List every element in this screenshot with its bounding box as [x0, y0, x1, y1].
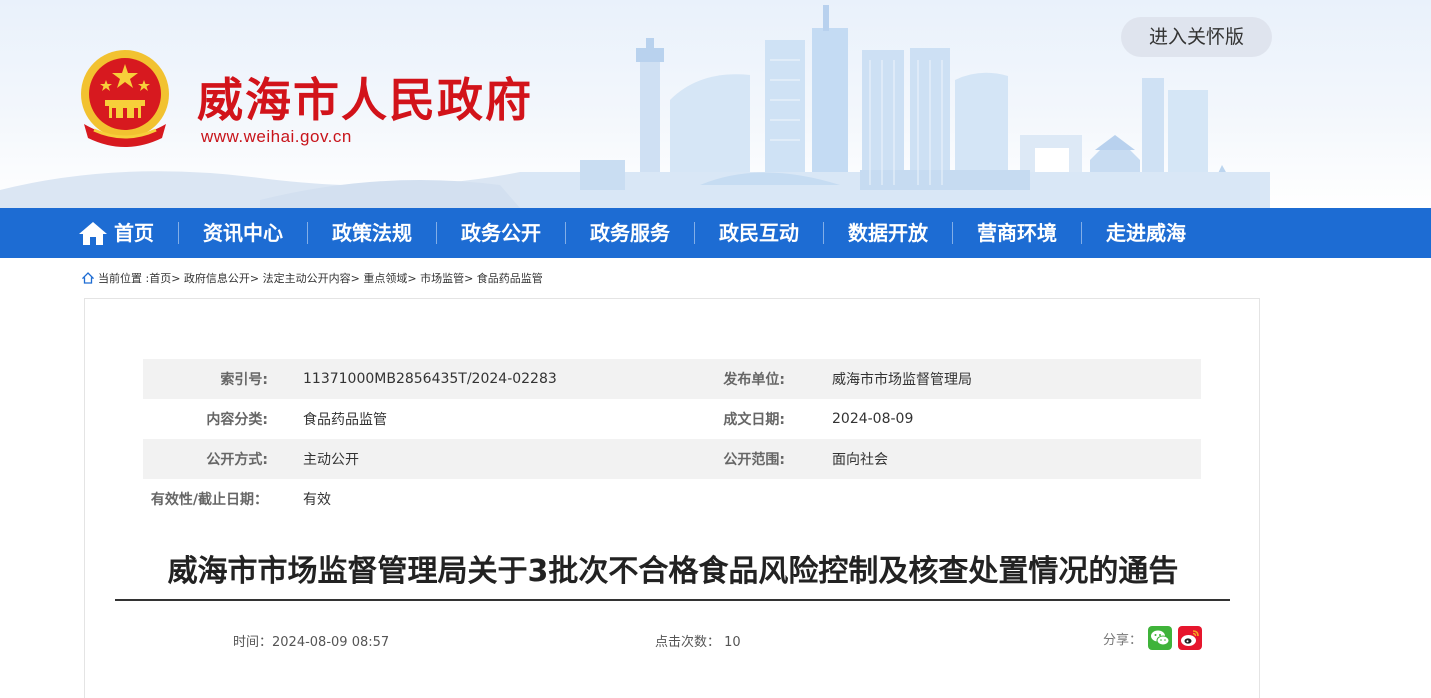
publish-time: 时间：2024-08-09 08:57: [233, 631, 389, 650]
wechat-icon[interactable]: [1148, 626, 1173, 650]
method-label: 公开方式:: [206, 452, 268, 468]
article-container: 索引号: 11371000MB2856435T/2024-02283 发布单位:…: [84, 298, 1260, 698]
nav-item-open-data[interactable]: 数据开放: [848, 208, 928, 258]
nav-separator: [436, 222, 437, 244]
views-label: 点击次数：: [655, 635, 721, 650]
scope-value: 面向社会: [832, 452, 888, 468]
breadcrumb-prefix: 当前位置 :: [98, 272, 150, 285]
nav-item-interaction[interactable]: 政民互动: [719, 208, 799, 258]
publisher-value: 威海市市场监督管理局: [832, 372, 972, 388]
method-value: 主动公开: [303, 452, 359, 468]
home-small-icon: [82, 272, 94, 284]
category-value: 食品药品监管: [303, 412, 387, 428]
nav-separator: [565, 222, 566, 244]
nav-separator: [952, 222, 953, 244]
nav-item-label: 首页: [114, 221, 154, 245]
nav-item-gov-affairs[interactable]: 政务公开: [461, 208, 541, 258]
publisher-label: 发布单位:: [723, 372, 785, 388]
care-mode-button[interactable]: 进入关怀版: [1121, 17, 1272, 57]
nav-item-policy[interactable]: 政策法规: [332, 208, 412, 258]
metadata-table: 索引号: 11371000MB2856435T/2024-02283 发布单位:…: [143, 359, 1201, 519]
breadcrumb-link[interactable]: 首页: [149, 270, 171, 286]
breadcrumb-separator: >: [171, 271, 181, 285]
nav-item-services[interactable]: 政务服务: [590, 208, 670, 258]
breadcrumb-separator: >: [464, 271, 474, 285]
article-title: 威海市市场监督管理局关于3批次不合格食品风险控制及核查处置情况的通告: [167, 554, 1179, 589]
category-label: 内容分类:: [206, 412, 268, 428]
nav-separator: [694, 222, 695, 244]
views-value: 10: [724, 635, 741, 650]
breadcrumb: 当前位置 : 首页 > 政府信息公开 > 法定主动公开内容 > 重点领域 > 市…: [82, 270, 543, 286]
breadcrumb-separator: >: [249, 271, 260, 285]
metadata-row: 公开方式: 主动公开 公开范围: 面向社会: [143, 439, 1201, 479]
home-icon: [79, 222, 107, 245]
share-label: 分享：: [1103, 632, 1143, 648]
weibo-icon[interactable]: [1178, 626, 1203, 650]
index-label: 索引号:: [220, 372, 268, 388]
nav-item-home[interactable]: 首页: [78, 208, 154, 258]
nav-separator: [178, 222, 179, 244]
time-value: 2024-08-09 08:57: [272, 635, 390, 650]
time-label: 时间：: [233, 635, 273, 650]
breadcrumb-separator: >: [350, 271, 360, 285]
metadata-row: 索引号: 11371000MB2856435T/2024-02283 发布单位:…: [143, 359, 1201, 399]
scope-label: 公开范围:: [723, 452, 785, 468]
nav-item-news[interactable]: 资讯中心: [203, 208, 283, 258]
metadata-row: 内容分类: 食品药品监管 成文日期: 2024-08-09: [143, 399, 1201, 439]
breadcrumb-separator: >: [407, 271, 417, 285]
site-url: www.weihai.gov.cn: [201, 127, 352, 146]
view-count: 点击次数： 10: [655, 631, 741, 650]
breadcrumb-link[interactable]: 政府信息公开: [184, 270, 250, 286]
date-value: 2024-08-09: [832, 411, 914, 427]
validity-label: 有效性/截止日期：: [150, 492, 268, 508]
main-nav: 首页 资讯中心 政策法规 政务公开 政务服务 政民互动 数据开放 营商环境 走进…: [0, 208, 1431, 258]
nav-separator: [1081, 222, 1082, 244]
site-title: 威海市人民政府: [197, 73, 533, 127]
title-divider: [115, 599, 1230, 601]
breadcrumb-link[interactable]: 法定主动公开内容: [263, 270, 351, 286]
nav-item-about-weihai[interactable]: 走进威海: [1106, 208, 1186, 258]
metadata-row: 有效性/截止日期： 有效: [143, 479, 1201, 519]
nav-items: 首页 资讯中心 政策法规 政务公开 政务服务 政民互动 数据开放 营商环境 走进…: [78, 208, 1186, 258]
header-banner: 威海市人民政府 www.weihai.gov.cn 进入关怀版: [0, 0, 1431, 208]
date-label: 成文日期:: [723, 412, 785, 428]
nav-separator: [823, 222, 824, 244]
index-value: 11371000MB2856435T/2024-02283: [303, 371, 557, 387]
validity-value: 有效: [303, 492, 331, 508]
breadcrumb-link[interactable]: 市场监管: [420, 270, 464, 286]
breadcrumb-link[interactable]: 食品药品监管: [477, 270, 543, 286]
national-emblem-icon: [81, 50, 169, 147]
breadcrumb-link[interactable]: 重点领域: [363, 270, 407, 286]
nav-item-business[interactable]: 营商环境: [977, 208, 1057, 258]
share-bar: 分享：: [1103, 626, 1203, 650]
nav-separator: [307, 222, 308, 244]
